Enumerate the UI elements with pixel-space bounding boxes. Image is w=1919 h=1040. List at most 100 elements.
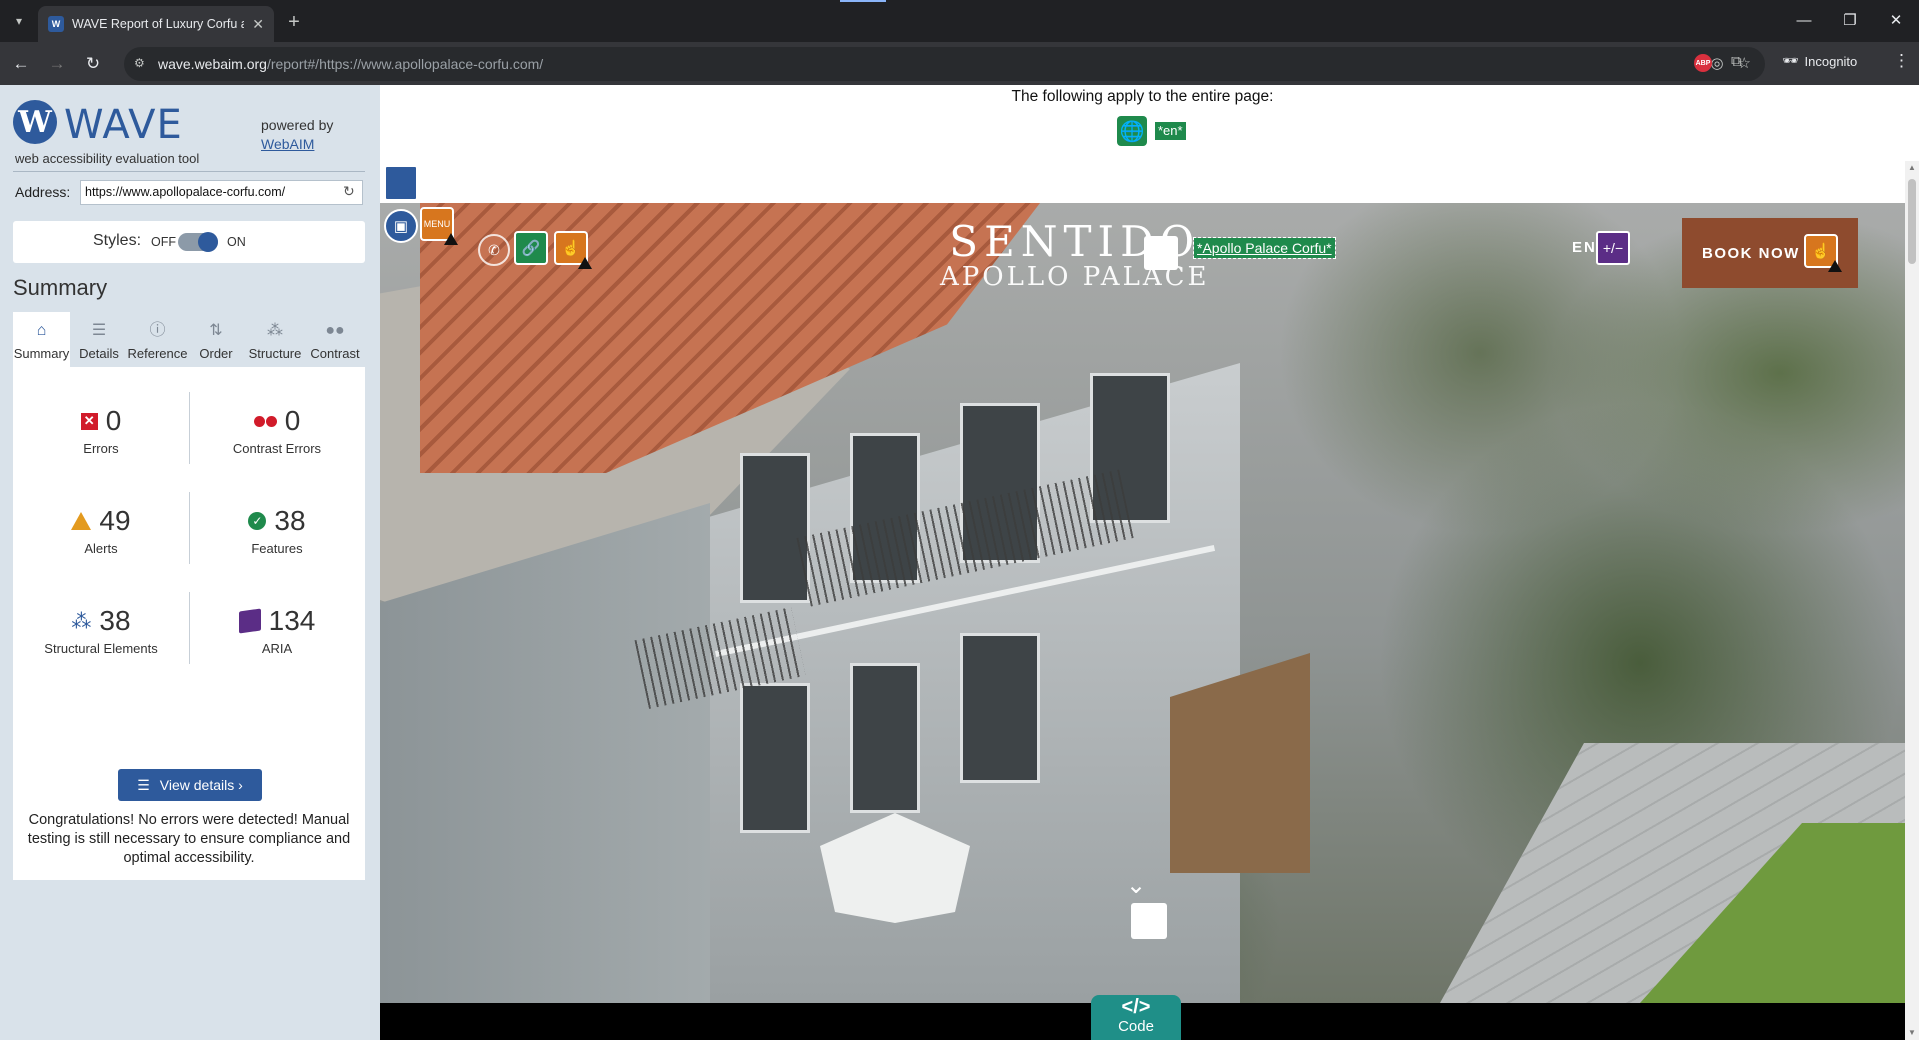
chrome-menu-icon[interactable]: ⋮	[1893, 51, 1910, 71]
contrast-errors-count: 0	[284, 405, 301, 436]
url-text[interactable]: wave.webaim.org/report#/https://www.apol…	[158, 56, 543, 72]
page-scrollbar[interactable]: ▲ ▼	[1905, 161, 1919, 1040]
stat-errors[interactable]: ✕ 0 Errors	[13, 405, 189, 456]
structure-icon: ⁂	[267, 322, 283, 339]
tab-close-icon[interactable]: ✕	[252, 16, 264, 33]
wave-tabs: ⌂ Summary ☰ Details ⓘ Reference ⇅ Order …	[13, 312, 365, 367]
extensions-puzzle-icon[interactable]: ⧉	[1731, 53, 1742, 70]
contrast-error-icon	[253, 415, 277, 427]
aria-region-icon[interactable]: ▣	[384, 209, 418, 243]
stat-structural[interactable]: ⁂ 38 Structural Elements	[13, 605, 189, 656]
scroll-button-placeholder	[1131, 903, 1167, 939]
address-refresh-icon[interactable]: ↻	[343, 183, 355, 200]
scroll-up-icon[interactable]: ▲	[1907, 163, 1917, 173]
errors-label: Errors	[83, 441, 119, 456]
window	[960, 633, 1040, 783]
site-info-icon[interactable]: ⚙	[134, 56, 150, 72]
tab-label: Reference	[127, 346, 188, 361]
powered-by: powered by WebAIM	[261, 116, 333, 154]
tab-contrast[interactable]: ●● Contrast	[305, 312, 365, 367]
tab-structure[interactable]: ⁂ Structure	[245, 312, 305, 367]
incognito-indicator[interactable]: 🕶 Incognito	[1782, 53, 1857, 69]
language-badge: *en*	[1155, 122, 1186, 140]
adblock-plus-icon[interactable]: ABP	[1694, 54, 1712, 72]
feature-check-icon: ✓	[248, 512, 267, 530]
errors-count: 0	[105, 405, 122, 436]
wave-subtitle: web accessibility evaluation tool	[15, 151, 200, 166]
aria-landmark-icon[interactable]	[384, 165, 418, 201]
tab-summary[interactable]: ⌂ Summary	[13, 312, 70, 367]
home-icon: ⌂	[36, 322, 47, 339]
view-details-label: View details ›	[159, 777, 243, 793]
toggle-knob	[198, 232, 218, 252]
structure-icon: ⁂	[71, 610, 92, 633]
aria-expanded-icon[interactable]: +/−	[1596, 231, 1630, 265]
book-now-alert-icon[interactable]: ☝	[1804, 234, 1842, 272]
structural-count: 38	[99, 605, 131, 636]
restore-icon[interactable]: ❐	[1827, 0, 1873, 40]
address-input[interactable]: https://www.apollopalace-corfu.com/	[80, 180, 363, 205]
scroll-thumb[interactable]	[1908, 179, 1916, 264]
address-label: Address:	[15, 184, 71, 200]
error-icon: ✕	[80, 412, 98, 430]
tab-title: WAVE Report of Luxury Corfu all	[72, 17, 245, 31]
styles-on-label: ON	[227, 235, 246, 249]
stat-alerts[interactable]: 49 Alerts	[13, 505, 189, 556]
stat-features[interactable]: ✓ 38 Features	[189, 505, 365, 556]
styles-toggle-box: Styles: OFF ON	[13, 221, 365, 263]
code-toggle-button[interactable]: </> Code	[1091, 995, 1181, 1040]
tab-details[interactable]: ☰ Details	[70, 312, 128, 367]
forward-icon[interactable]: →	[44, 51, 70, 77]
order-icon: ⇅	[209, 322, 223, 339]
address-bar[interactable]: ⚙ wave.webaim.org/report#/https://www.ap…	[124, 47, 1765, 81]
tab-order[interactable]: ⇅ Order	[187, 312, 245, 367]
new-tab-icon[interactable]: +	[282, 10, 306, 34]
wave-sidebar: W WAVE web accessibility evaluation tool…	[0, 85, 380, 1040]
menu-alert-icon[interactable]: MENU	[420, 207, 458, 245]
language-selector[interactable]: EN	[1572, 239, 1597, 256]
close-window-icon[interactable]: ✕	[1873, 0, 1919, 40]
tab-reference[interactable]: ⓘ Reference	[127, 312, 188, 367]
info-icon: ⓘ	[149, 322, 166, 339]
features-count: 38	[274, 505, 306, 536]
incognito-icon: 🕶	[1782, 53, 1799, 68]
tab-label: Details	[79, 346, 119, 361]
list-icon: ☰	[137, 776, 150, 793]
powered-by-text: powered by	[261, 117, 334, 133]
scroll-down-icon[interactable]: ▼	[1907, 1028, 1917, 1038]
features-label: Features	[251, 541, 303, 556]
scroll-down-chevron-icon[interactable]: ⌄	[1126, 871, 1146, 900]
webaim-link[interactable]: WebAIM	[261, 136, 314, 152]
window	[740, 683, 810, 833]
styles-toggle[interactable]	[178, 232, 218, 252]
tab-label: Summary	[13, 346, 70, 361]
styles-off-label: OFF	[151, 235, 176, 249]
url-host: wave.webaim.org	[158, 56, 267, 72]
aria-cube-icon	[238, 608, 261, 634]
view-details-button[interactable]: ☰ View details ›	[118, 769, 262, 801]
entire-page-note: The following apply to the entire page:	[1011, 88, 1274, 105]
phone-icon[interactable]: ✆	[478, 234, 510, 266]
alerts-count: 49	[99, 505, 131, 536]
tab-label: Contrast	[310, 346, 360, 361]
sidebar-divider	[13, 171, 365, 172]
reload-icon[interactable]: ↻	[80, 51, 106, 77]
logo-image-placeholder	[1144, 236, 1178, 270]
globe-language-icon[interactable]: 🌐	[1117, 116, 1147, 146]
link-feature-icon[interactable]: 🔗	[514, 231, 548, 265]
summary-heading: Summary	[13, 275, 108, 300]
back-icon[interactable]: ←	[8, 51, 34, 77]
stat-contrast-errors[interactable]: 0 Contrast Errors	[189, 405, 365, 456]
browser-tab-bar: ▾ W WAVE Report of Luxury Corfu all ✕ + …	[0, 0, 1919, 42]
page-language-icons: 🌐 *en*	[1117, 116, 1186, 146]
tab-search-icon[interactable]: ▾	[8, 10, 30, 32]
logo-alt-link[interactable]: *Apollo Palace Corfu*	[1193, 237, 1336, 259]
browser-toolbar: ← → ↻ ⚙ wave.webaim.org/report#/https://…	[0, 42, 1919, 85]
alert-link-icon[interactable]: ☝	[554, 231, 592, 269]
stat-aria[interactable]: 134 ARIA	[189, 605, 365, 656]
minimize-icon[interactable]: —	[1781, 0, 1827, 40]
eye-off-icon[interactable]: ◎	[1710, 54, 1723, 72]
browser-tab-wave-report[interactable]: W WAVE Report of Luxury Corfu all ✕	[38, 6, 274, 42]
window	[740, 453, 810, 603]
code-label: Code	[1118, 1018, 1154, 1035]
